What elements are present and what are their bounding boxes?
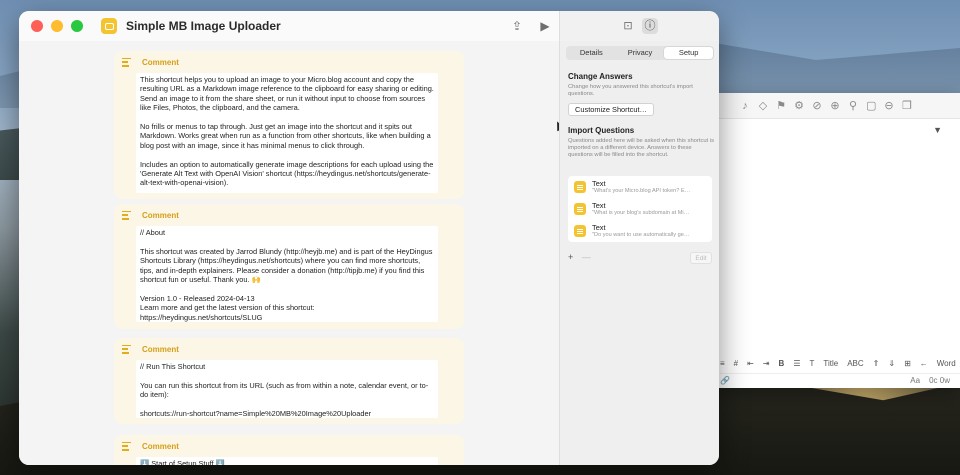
- shortcut-icon[interactable]: [101, 18, 117, 34]
- comment-text[interactable]: This shortcut helps you to upload an ima…: [136, 73, 438, 193]
- minimize-button[interactable]: [51, 20, 63, 32]
- move-down-icon[interactable]: ⇓: [888, 359, 895, 368]
- status-bar: 🔗 Aa 0c 0w: [720, 373, 960, 387]
- shortcut-editor[interactable]: Comment This shortcut helps you to uploa…: [19, 41, 559, 465]
- comment-action[interactable]: Comment // About This shortcut was creat…: [114, 204, 464, 329]
- tab-privacy[interactable]: Privacy: [616, 47, 665, 59]
- hashtag-icon[interactable]: #: [734, 359, 738, 368]
- remove-question-button[interactable]: —: [582, 252, 591, 262]
- list-item[interactable]: Text "Do you want to use automatically g…: [574, 222, 706, 242]
- arrow-left-icon[interactable]: ←: [920, 359, 928, 368]
- import-questions-heading: Import Questions: [568, 126, 635, 135]
- sidebar-icon[interactable]: ▢: [866, 99, 876, 112]
- shortcut-title[interactable]: Simple MB Image Uploader: [126, 19, 281, 33]
- change-answers-heading: Change Answers: [568, 72, 633, 81]
- title-bar: Simple MB Image Uploader ⇪ ▶: [19, 11, 559, 41]
- panel-header: ⊡ ⓘ: [559, 11, 719, 41]
- background-editor-window[interactable]: ♪ ◇ ⚑ ⚙ ⊘ ⊕ ⚲ ▢ ⊖ ❐ ▼ ≡ # ⇤ ⇥ B ☰ T Titl…: [700, 93, 960, 388]
- text-action-icon: [574, 225, 586, 237]
- gear-icon[interactable]: ⚙: [794, 99, 804, 112]
- minus-icon[interactable]: ⊖: [884, 99, 894, 112]
- flag-icon[interactable]: ⚑: [776, 99, 786, 112]
- shortcuts-window[interactable]: Simple MB Image Uploader ⇪ ▶ Comment Thi…: [19, 11, 719, 465]
- add-icon[interactable]: ⊞: [904, 359, 911, 368]
- comment-title: Comment: [142, 344, 179, 354]
- link-icon[interactable]: 🔗: [720, 376, 730, 385]
- text-action-icon: [574, 203, 586, 215]
- add-question-button[interactable]: +: [568, 252, 573, 262]
- action-library-icon[interactable]: ⊡: [620, 18, 636, 34]
- tab-details[interactable]: Details: [567, 47, 616, 59]
- text-action-icon: [574, 181, 586, 193]
- question-title: Text: [592, 179, 606, 188]
- change-answers-description: Change how you answered this shortcut's …: [568, 84, 693, 98]
- title-icon[interactable]: T: [809, 359, 814, 368]
- font-size-label[interactable]: Aa: [910, 376, 920, 385]
- list-controls: + — Edit: [568, 252, 712, 266]
- format-bar: ≡ # ⇤ ⇥ B ☰ T Title ABC ⇑ ⇓ ⊞ ← Word: [720, 355, 960, 371]
- word-count-label: 0c 0w: [929, 376, 950, 385]
- search-icon[interactable]: ⚲: [848, 99, 858, 112]
- comment-action[interactable]: Comment // Run This Shortcut You can run…: [114, 338, 464, 424]
- comment-icon: [122, 441, 131, 451]
- indent-icon[interactable]: ⇥: [763, 359, 770, 368]
- comment-icon: [122, 210, 131, 220]
- question-description: "Do you want to use automatically ge…: [592, 232, 690, 238]
- question-title: Text: [592, 223, 606, 232]
- comment-icon[interactable]: ◇: [758, 99, 768, 112]
- list-bullets-icon[interactable]: ☰: [793, 359, 800, 368]
- import-questions-list: Text "What's your Micro.blog API token? …: [568, 176, 712, 242]
- shortcut-details-panel: Details Privacy Setup Change Answers Cha…: [559, 41, 719, 465]
- comment-icon: [122, 344, 131, 354]
- comment-title: Comment: [142, 441, 179, 451]
- question-title: Text: [592, 201, 606, 210]
- list-icon[interactable]: ≡: [720, 359, 725, 368]
- import-questions-description: Questions added here will be asked when …: [568, 138, 714, 159]
- comment-text[interactable]: ⬇️ Start of Setup Stuff ⬇️: [136, 457, 438, 465]
- abc-label[interactable]: ABC: [847, 359, 863, 368]
- share-icon[interactable]: ⇪: [509, 18, 525, 34]
- zoom-button[interactable]: [71, 20, 83, 32]
- comment-title: Comment: [142, 210, 179, 220]
- chevron-down-icon[interactable]: ▼: [933, 125, 942, 135]
- bold-icon[interactable]: B: [779, 359, 785, 368]
- move-up-icon[interactable]: ⇑: [873, 359, 880, 368]
- customize-shortcut-button[interactable]: Customize Shortcut…: [568, 103, 654, 116]
- tab-setup[interactable]: Setup: [664, 47, 714, 59]
- comment-text[interactable]: // About This shortcut was created by Ja…: [136, 226, 438, 322]
- title-label[interactable]: Title: [823, 359, 838, 368]
- zoom-icon[interactable]: ⊕: [830, 99, 840, 112]
- list-item[interactable]: Text "What's your Micro.blog API token? …: [574, 178, 706, 198]
- comment-icon: [122, 57, 131, 67]
- outdent-icon[interactable]: ⇤: [747, 359, 754, 368]
- mic-icon[interactable]: ♪: [740, 100, 750, 112]
- background-window-toolbar: ♪ ◇ ⚑ ⚙ ⊘ ⊕ ⚲ ▢ ⊖ ❐: [700, 93, 960, 119]
- close-button[interactable]: [31, 20, 43, 32]
- panel-tabs: Details Privacy Setup: [566, 46, 714, 60]
- comment-title: Comment: [142, 57, 179, 67]
- list-item[interactable]: Text "What is your blog's subdomain at M…: [574, 200, 706, 220]
- question-description: "What is your blog's subdomain at Mi…: [592, 210, 690, 216]
- attachment-icon[interactable]: ⊘: [812, 99, 822, 112]
- edit-button[interactable]: Edit: [690, 252, 712, 264]
- comment-text[interactable]: // Run This Shortcut You can run this sh…: [136, 360, 438, 418]
- comment-action[interactable]: Comment This shortcut helps you to uploa…: [114, 51, 464, 199]
- question-description: "What's your Micro.blog API token? E…: [592, 188, 691, 194]
- copy-icon[interactable]: ❐: [902, 99, 912, 112]
- info-icon[interactable]: ⓘ: [642, 18, 658, 34]
- word-label[interactable]: Word: [937, 359, 956, 368]
- comment-action[interactable]: Comment ⬇️ Start of Setup Stuff ⬇️: [114, 435, 464, 465]
- play-icon[interactable]: ▶: [537, 18, 553, 34]
